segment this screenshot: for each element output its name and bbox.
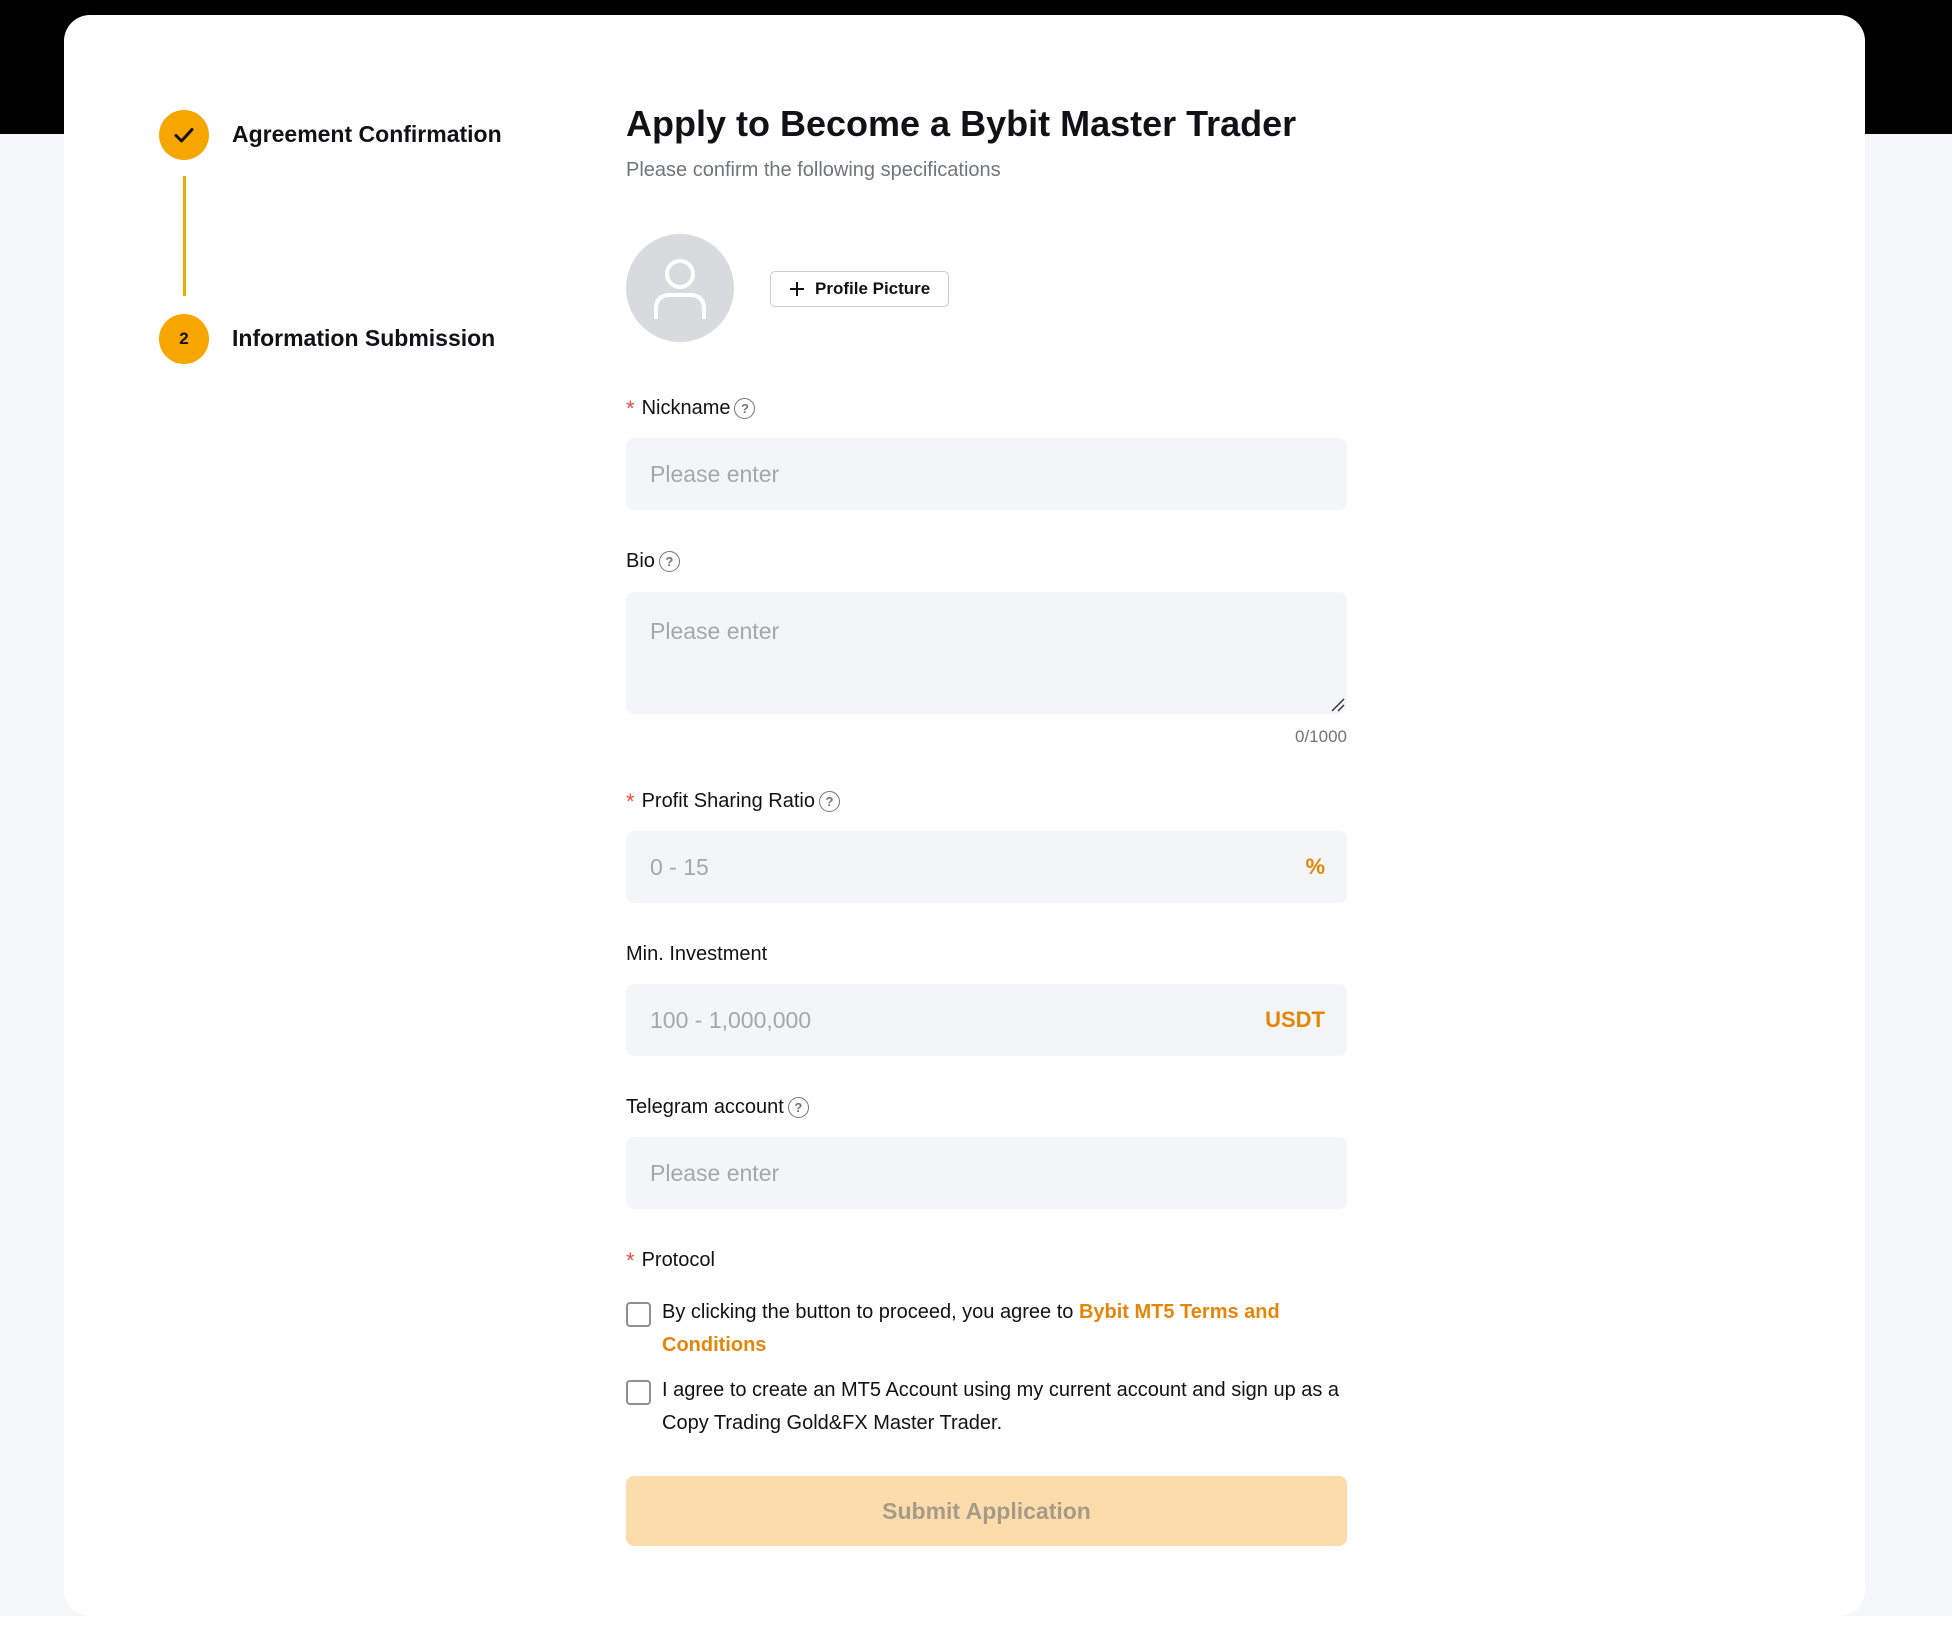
profit-sharing-label-text: Profit Sharing Ratio (641, 790, 815, 812)
bio-label-text: Bio (626, 550, 655, 572)
profit-sharing-input[interactable] (650, 853, 1190, 881)
application-card: Agreement Confirmation 2 Information Sub… (64, 15, 1865, 1616)
required-asterisk: * (626, 1247, 635, 1273)
nickname-label-text: Nickname (641, 397, 731, 419)
submit-application-button[interactable]: Submit Application (626, 1476, 1347, 1546)
bio-textarea[interactable] (626, 592, 1347, 714)
bio-field (626, 592, 1347, 714)
step-2-label: Information Submission (232, 325, 496, 351)
resize-handle-icon[interactable] (1329, 696, 1345, 712)
nickname-label: * Nickname ? (626, 395, 756, 421)
telegram-field (626, 1137, 1347, 1209)
percent-suffix: % (1305, 854, 1325, 879)
step-1-label: Agreement Confirmation (232, 121, 502, 147)
user-placeholder-icon (654, 259, 706, 319)
plus-icon (790, 282, 804, 296)
profit-sharing-label: * Profit Sharing Ratio ? (626, 790, 840, 813)
profit-sharing-field: % (626, 831, 1347, 903)
profile-picture-button-label: Profile Picture (815, 279, 931, 298)
terms-agreement-prefix: By clicking the button to proceed, you a… (662, 1301, 1079, 1323)
protocol-label: * Protocol (626, 1249, 715, 1272)
terms-checkbox[interactable] (626, 1302, 651, 1327)
usdt-suffix: USDT (1265, 1007, 1325, 1032)
nickname-input[interactable] (650, 460, 1190, 488)
mt5-account-agreement-text: I agree to create an MT5 Account using m… (662, 1379, 1340, 1434)
add-profile-picture-button[interactable]: Profile Picture (770, 271, 950, 307)
help-icon[interactable]: ? (818, 791, 840, 812)
help-icon[interactable]: ? (787, 1097, 809, 1118)
required-asterisk: * (626, 395, 635, 421)
telegram-label: Telegram account ? (626, 1096, 809, 1119)
step-connector-line (183, 176, 186, 296)
avatar (626, 234, 734, 342)
min-investment-field: USDT (626, 984, 1347, 1056)
page-subtitle: Please confirm the following specificati… (626, 159, 1001, 181)
step-2-indicator: 2 (159, 314, 209, 364)
terms-agreement-text: By clicking the button to proceed, you a… (662, 1296, 1352, 1362)
min-investment-input[interactable] (650, 1006, 1190, 1034)
page-title: Apply to Become a Bybit Master Trader (626, 103, 1297, 144)
min-investment-label: Min. Investment (626, 943, 767, 966)
help-icon[interactable]: ? (658, 551, 680, 572)
telegram-input[interactable] (650, 1159, 1190, 1187)
protocol-label-text: Protocol (641, 1249, 715, 1271)
nickname-field (626, 438, 1347, 510)
checkmark-icon (174, 128, 194, 143)
help-icon[interactable]: ? (734, 398, 756, 419)
telegram-label-text: Telegram account (626, 1096, 784, 1118)
bio-character-counter: 0/1000 (1295, 727, 1347, 746)
mt5-account-checkbox[interactable] (626, 1380, 651, 1405)
step-1-complete-indicator (159, 110, 209, 160)
min-investment-label-text: Min. Investment (626, 943, 768, 965)
required-asterisk: * (626, 788, 635, 814)
bio-label: Bio ? (626, 550, 680, 573)
